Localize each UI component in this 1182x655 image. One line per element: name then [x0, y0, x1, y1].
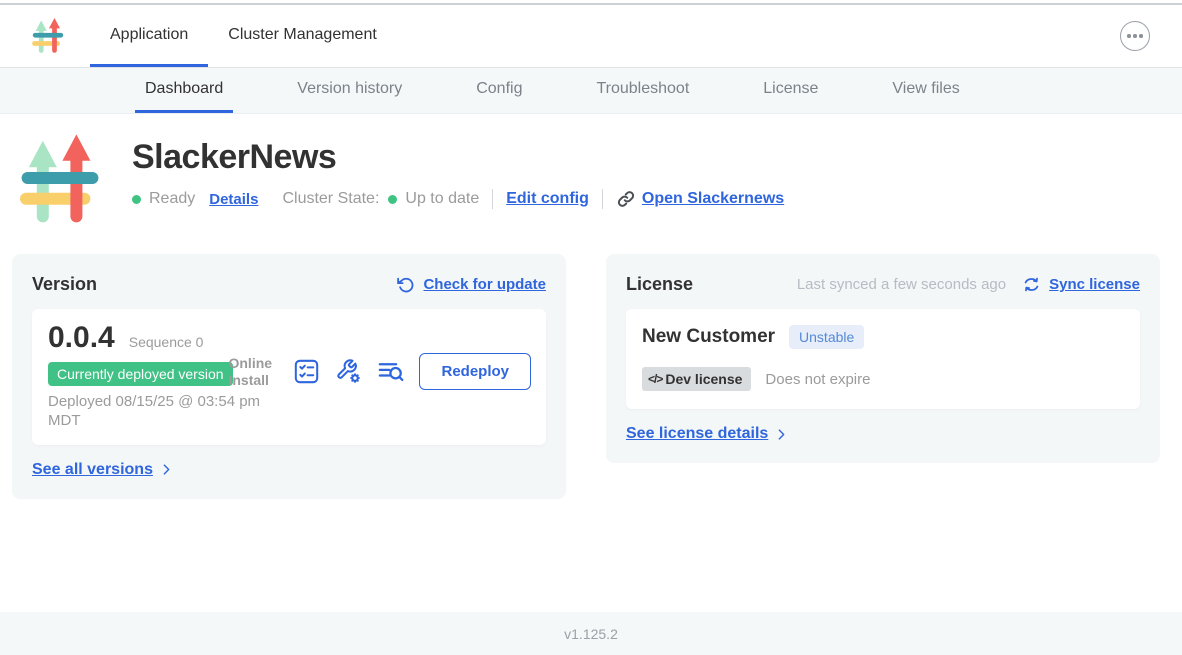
chevron-right-icon — [160, 463, 173, 476]
see-all-versions-row[interactable]: See all versions — [32, 461, 546, 479]
refresh-icon — [397, 276, 415, 294]
sync-license-link[interactable]: Sync license — [1049, 276, 1140, 293]
license-details-panel: New Customer Unstable </> Dev license Do… — [626, 309, 1140, 409]
see-all-versions-link[interactable]: See all versions — [32, 461, 153, 479]
app-head: SlackerNews Ready Details Cluster State:… — [0, 114, 1182, 228]
license-card-title: License — [626, 274, 693, 295]
version-card: Version Check for update 0.0.4 Sequence … — [12, 254, 566, 499]
last-synced-label: Last synced a few seconds ago — [797, 276, 1006, 293]
sync-arrows-icon — [1022, 275, 1041, 294]
current-version-panel: 0.0.4 Sequence 0 Currently deployed vers… — [32, 309, 546, 445]
customer-name: New Customer — [642, 326, 775, 348]
version-number: 0.0.4 — [48, 321, 115, 355]
license-card: License Last synced a few seconds ago Sy… — [606, 254, 1160, 463]
tab-dashboard[interactable]: Dashboard — [135, 68, 233, 113]
check-for-update-link[interactable]: Check for update — [423, 276, 546, 293]
tab-cluster-management-label: Cluster Management — [228, 26, 377, 44]
console-version: v1.125.2 — [564, 626, 618, 642]
sequence-label: Sequence 0 — [129, 334, 204, 350]
cluster-state-label: Cluster State: — [282, 190, 379, 208]
cluster-state-value: Up to date — [405, 190, 479, 208]
tab-troubleshoot[interactable]: Troubleshoot — [586, 68, 699, 113]
see-license-details-link[interactable]: See license details — [626, 425, 768, 443]
app-header: Application Cluster Management — [0, 5, 1182, 68]
tab-application[interactable]: Application — [90, 5, 208, 67]
app-subnav: Dashboard Version history Config Trouble… — [0, 68, 1182, 114]
ellipsis-icon — [1127, 34, 1131, 38]
config-wrench-gear-icon[interactable] — [335, 358, 362, 385]
more-menu-button[interactable] — [1120, 21, 1150, 51]
version-card-title: Version — [32, 274, 97, 295]
primary-nav: Application Cluster Management — [90, 5, 397, 67]
tab-view-files[interactable]: View files — [882, 68, 969, 113]
edit-config-link[interactable]: Edit config — [506, 190, 589, 208]
tab-license[interactable]: License — [753, 68, 828, 113]
deployed-status-badge: Currently deployed version — [48, 362, 233, 386]
tab-cluster-management[interactable]: Cluster Management — [208, 5, 397, 67]
page-title: SlackerNews — [132, 138, 784, 177]
cluster-state-dot — [388, 195, 397, 204]
divider — [602, 189, 603, 209]
license-expiration: Does not expire — [765, 371, 870, 388]
app-status-label: Ready — [149, 190, 195, 208]
details-link[interactable]: Details — [209, 191, 258, 208]
slackernews-app-icon — [20, 132, 100, 228]
install-type-label: Online Install — [228, 355, 278, 387]
tab-config[interactable]: Config — [466, 68, 532, 113]
preflight-checks-icon[interactable] — [293, 358, 320, 385]
tab-application-label: Application — [110, 26, 188, 44]
view-logs-search-icon[interactable] — [377, 358, 404, 385]
deployed-timestamp: Deployed 08/15/25 @ 03:54 pm MDT — [48, 393, 280, 431]
app-status-dot — [132, 195, 141, 204]
version-actions: Online Install — [228, 353, 531, 390]
link-chain-icon — [616, 189, 636, 209]
see-license-details-row[interactable]: See license details — [626, 425, 1140, 443]
chevron-right-icon — [775, 428, 788, 441]
divider — [492, 189, 493, 209]
license-type-badge: </> Dev license — [642, 367, 751, 391]
open-app-link[interactable]: Open Slackernews — [642, 190, 784, 208]
tab-version-history[interactable]: Version history — [287, 68, 412, 113]
code-icon: </> — [648, 372, 662, 386]
redeploy-button[interactable]: Redeploy — [419, 353, 531, 390]
dashboard-cards: Version Check for update 0.0.4 Sequence … — [12, 254, 1160, 499]
slackernews-logo-icon — [32, 17, 64, 55]
license-type-label: Dev license — [665, 371, 742, 387]
app-status-row: Ready Details Cluster State: Up to date … — [132, 189, 784, 209]
app-footer: v1.125.2 — [0, 612, 1182, 655]
channel-badge: Unstable — [789, 325, 864, 349]
